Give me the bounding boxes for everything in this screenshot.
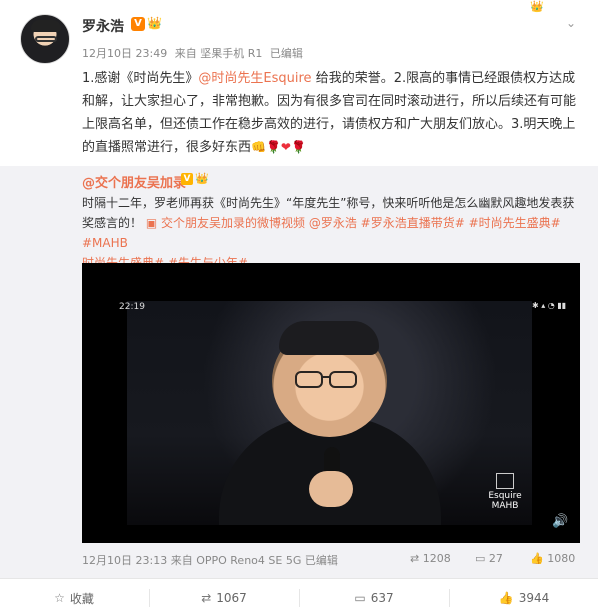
speaker-hand xyxy=(309,471,353,507)
like-button[interactable]: 👍 3944 xyxy=(450,579,598,616)
thumbs-up-icon: 👍 xyxy=(530,552,544,565)
favorite-label: 收藏 xyxy=(69,591,94,606)
lens-right xyxy=(329,371,357,388)
comment-count: 637 xyxy=(370,591,394,605)
post-text-part-1: 1.感谢《时尚先生》 xyxy=(82,71,199,86)
speaker-hair xyxy=(279,321,379,355)
repost-source: 来自 OPPO Reno4 SE 5G xyxy=(170,554,302,567)
speaker-icon[interactable]: 🔊 xyxy=(552,514,568,529)
post-date[interactable]: 12月10日 23:49 xyxy=(82,47,167,60)
lens-left xyxy=(295,371,323,388)
video-frame: Esquire MAHB xyxy=(127,301,532,525)
repost-date[interactable]: 12月10日 23:13 xyxy=(82,554,167,567)
action-bar: ☆ 收藏 ⇄ 1067 ▭ 637 👍 3944 xyxy=(0,578,598,616)
logo-box xyxy=(496,473,514,489)
mention-link[interactable]: @时尚先生Esquire xyxy=(198,71,311,86)
post-meta: 12月10日 23:49 来自 坚果手机 R1 已编辑 xyxy=(82,45,307,61)
repost-count: 1067 xyxy=(216,591,247,605)
rose-emoji-icon: 🌹 xyxy=(265,140,281,154)
video-link[interactable]: ▣ 交个朋友吴加录的微博视频 xyxy=(146,216,305,230)
speaker-glasses xyxy=(295,371,363,389)
logo-text: MAHB xyxy=(491,501,519,511)
status-icons: ✱ ▴ ◔ ▮▮ xyxy=(532,301,567,310)
post-edited: 已编辑 xyxy=(269,47,303,60)
member-crown-icon: 👑 xyxy=(147,16,162,30)
avatar-glasses xyxy=(35,36,57,42)
repost-crown-icon: 👑 xyxy=(195,172,209,185)
repost-icon: ⇄ xyxy=(410,552,420,565)
post-source: 来自 坚果手机 R1 xyxy=(174,47,263,60)
repost-like-count[interactable]: 👍 1080 xyxy=(530,552,575,565)
comment-button[interactable]: ▭ 637 xyxy=(300,579,448,616)
comment-icon: ▭ xyxy=(354,591,366,605)
video-player[interactable]: Esquire MAHB 22:19 ✱ ▴ ◔ ▮▮ 🔊 xyxy=(82,263,580,543)
video-link-icon: ▣ xyxy=(145,216,161,230)
repost-verified-icon: V xyxy=(181,173,193,185)
repost-comment-count[interactable]: ▭ 27 xyxy=(475,552,503,565)
crown-icon-top: 👑 xyxy=(530,0,544,13)
comment-icon: ▭ xyxy=(475,552,486,565)
repost-button[interactable]: ⇄ 1067 xyxy=(150,579,298,616)
repost-repost-count[interactable]: ⇄ 1208 xyxy=(410,552,451,565)
repost-icon: ⇄ xyxy=(201,591,212,605)
favorite-button[interactable]: ☆ 收藏 xyxy=(0,579,148,616)
mahb-logo: Esquire MAHB xyxy=(485,473,525,511)
author-avatar[interactable] xyxy=(20,14,70,64)
heart-emoji-icon: ❤ xyxy=(280,140,291,154)
repost-edited: 已编辑 xyxy=(304,554,338,567)
like-count: 3944 xyxy=(518,591,550,605)
verified-badge-icon: V xyxy=(131,17,145,31)
rose-emoji-icon-2: 🌹 xyxy=(290,140,306,154)
repost-meta: 12月10日 23:13 来自 OPPO Reno4 SE 5G 已编辑 xyxy=(82,552,338,568)
chevron-down-icon[interactable]: ⌄ xyxy=(566,16,576,30)
thumbs-up-icon: 👍 xyxy=(498,591,514,605)
fist-emoji-icon: 👊 xyxy=(251,140,266,154)
logo-sub: Esquire xyxy=(488,491,522,501)
repost-text: 时隔十二年，罗老师再获《时尚先生》“年度先生”称号，快来听听他是怎么幽默风趣地发… xyxy=(82,193,582,273)
repost-author[interactable]: @交个朋友吴加录 xyxy=(82,172,186,191)
video-time: 22:19 xyxy=(119,302,145,312)
weibo-post: 👑 罗永浩 V 👑 ⌄ 12月10日 23:49 来自 坚果手机 R1 已编辑 … xyxy=(0,0,598,616)
avatar-hair xyxy=(31,20,61,32)
star-icon: ☆ xyxy=(54,591,65,605)
author-name[interactable]: 罗永浩 xyxy=(82,16,124,36)
post-text: 1.感谢《时尚先生》@时尚先生Esquire 给我的荣誉。2.限高的事情已经跟债… xyxy=(82,67,582,159)
